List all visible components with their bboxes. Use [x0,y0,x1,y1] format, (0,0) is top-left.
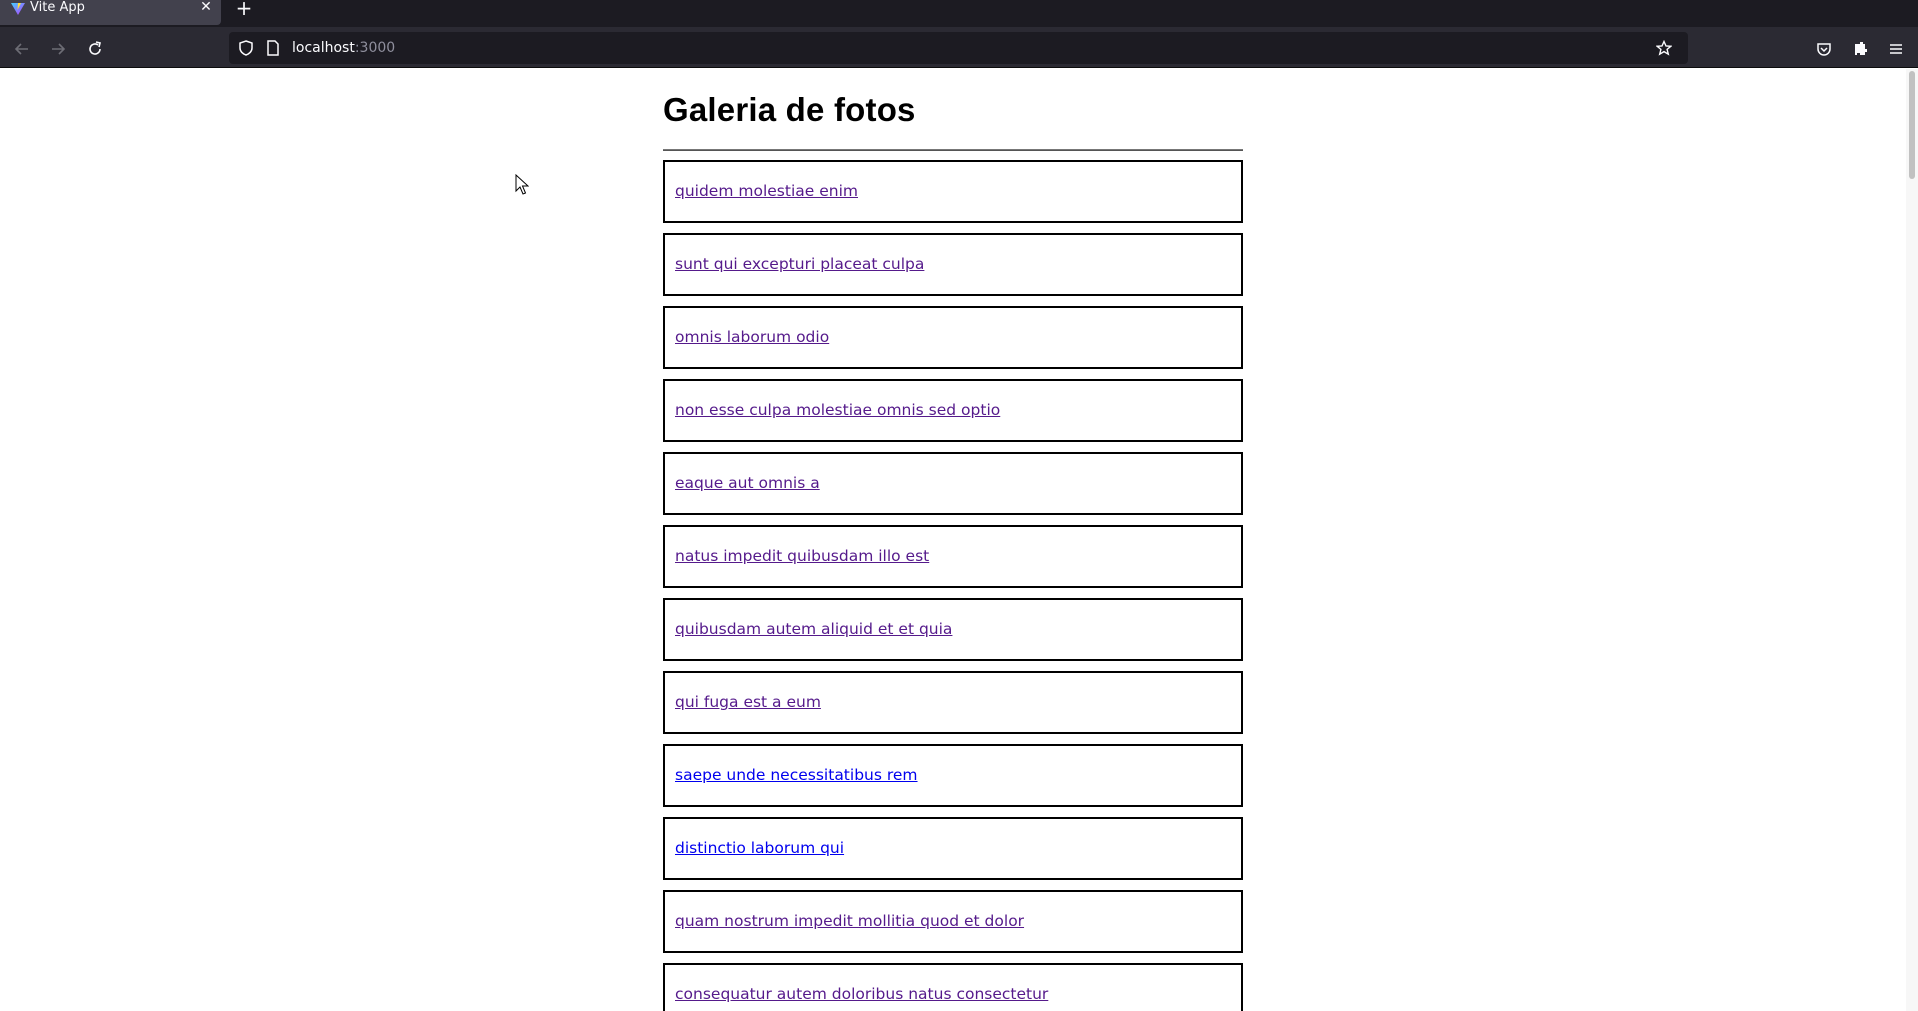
vertical-scrollbar[interactable] [1906,69,1918,1011]
album-link[interactable]: distinctio laborum qui [675,839,844,858]
page-icon[interactable] [266,40,280,56]
album-link[interactable]: quibusdam autem aliquid et et quia [675,620,952,639]
album-card: consequatur autem doloribus natus consec… [663,963,1243,1011]
album-card: non esse culpa molestiae omnis sed optio [663,379,1243,442]
mouse-cursor-icon [515,174,529,195]
album-link[interactable]: natus impedit quibusdam illo est [675,547,929,566]
album-card: eaque aut omnis a [663,452,1243,515]
extensions-button[interactable] [1846,35,1874,63]
album-card: sunt qui excepturi placeat culpa [663,233,1243,296]
back-button[interactable] [8,35,36,63]
album-card: quibusdam autem aliquid et et quia [663,598,1243,661]
forward-button[interactable] [44,35,72,63]
album-link[interactable]: saepe unde necessitatibus rem [675,766,918,785]
scrollbar-thumb[interactable] [1909,71,1915,179]
tab-strip: Vite App ✕ + [0,0,1918,27]
album-card: quidem molestiae enim [663,160,1243,223]
back-arrow-icon [14,43,28,55]
pocket-icon [1817,43,1831,56]
address-bar[interactable]: localhost:3000 [229,32,1688,64]
hamburger-menu-icon [1890,44,1902,54]
divider [663,149,1243,151]
album-card: saepe unde necessitatibus rem [663,744,1243,807]
album-list: quidem molestiae enim sunt qui excepturi … [663,160,1243,1011]
album-card: distinctio laborum qui [663,817,1243,880]
extensions-icon [1855,42,1867,55]
url-text[interactable]: localhost:3000 [292,39,395,57]
album-link[interactable]: non esse culpa molestiae omnis sed optio [675,401,1000,420]
album-link[interactable]: omnis laborum odio [675,328,829,347]
forward-arrow-icon [52,43,66,55]
album-card: natus impedit quibusdam illo est [663,525,1243,588]
album-link[interactable]: eaque aut omnis a [675,474,820,493]
active-tab[interactable]: Vite App ✕ [0,0,221,25]
album-link[interactable]: consequatur autem doloribus natus consec… [675,985,1048,1004]
album-link[interactable]: quidem molestiae enim [675,182,858,201]
pocket-button[interactable] [1810,35,1838,63]
tab-title: Vite App [30,0,85,15]
album-link[interactable]: sunt qui excepturi placeat culpa [675,255,924,274]
close-tab-icon[interactable]: ✕ [198,0,214,14]
reload-icon [89,41,101,55]
new-tab-button[interactable]: + [234,0,254,18]
album-card: quam nostrum impedit mollitia quod et do… [663,890,1243,953]
star-icon[interactable] [1656,40,1672,56]
shield-icon[interactable] [238,40,254,56]
reload-button[interactable] [81,35,109,63]
menu-button[interactable] [1882,35,1910,63]
vite-logo-icon [11,3,25,15]
album-card: qui fuga est a eum [663,671,1243,734]
album-link[interactable]: qui fuga est a eum [675,693,821,712]
album-card: omnis laborum odio [663,306,1243,369]
url-host: localhost [292,40,355,56]
url-port: :3000 [354,40,396,56]
page-viewport: Galeria de fotos quidem molestiae enim su… [0,69,1918,1011]
album-link[interactable]: quam nostrum impedit mollitia quod et do… [675,912,1024,931]
navigation-toolbar: localhost:3000 [0,27,1918,68]
page-title: Galeria de fotos [663,91,916,128]
